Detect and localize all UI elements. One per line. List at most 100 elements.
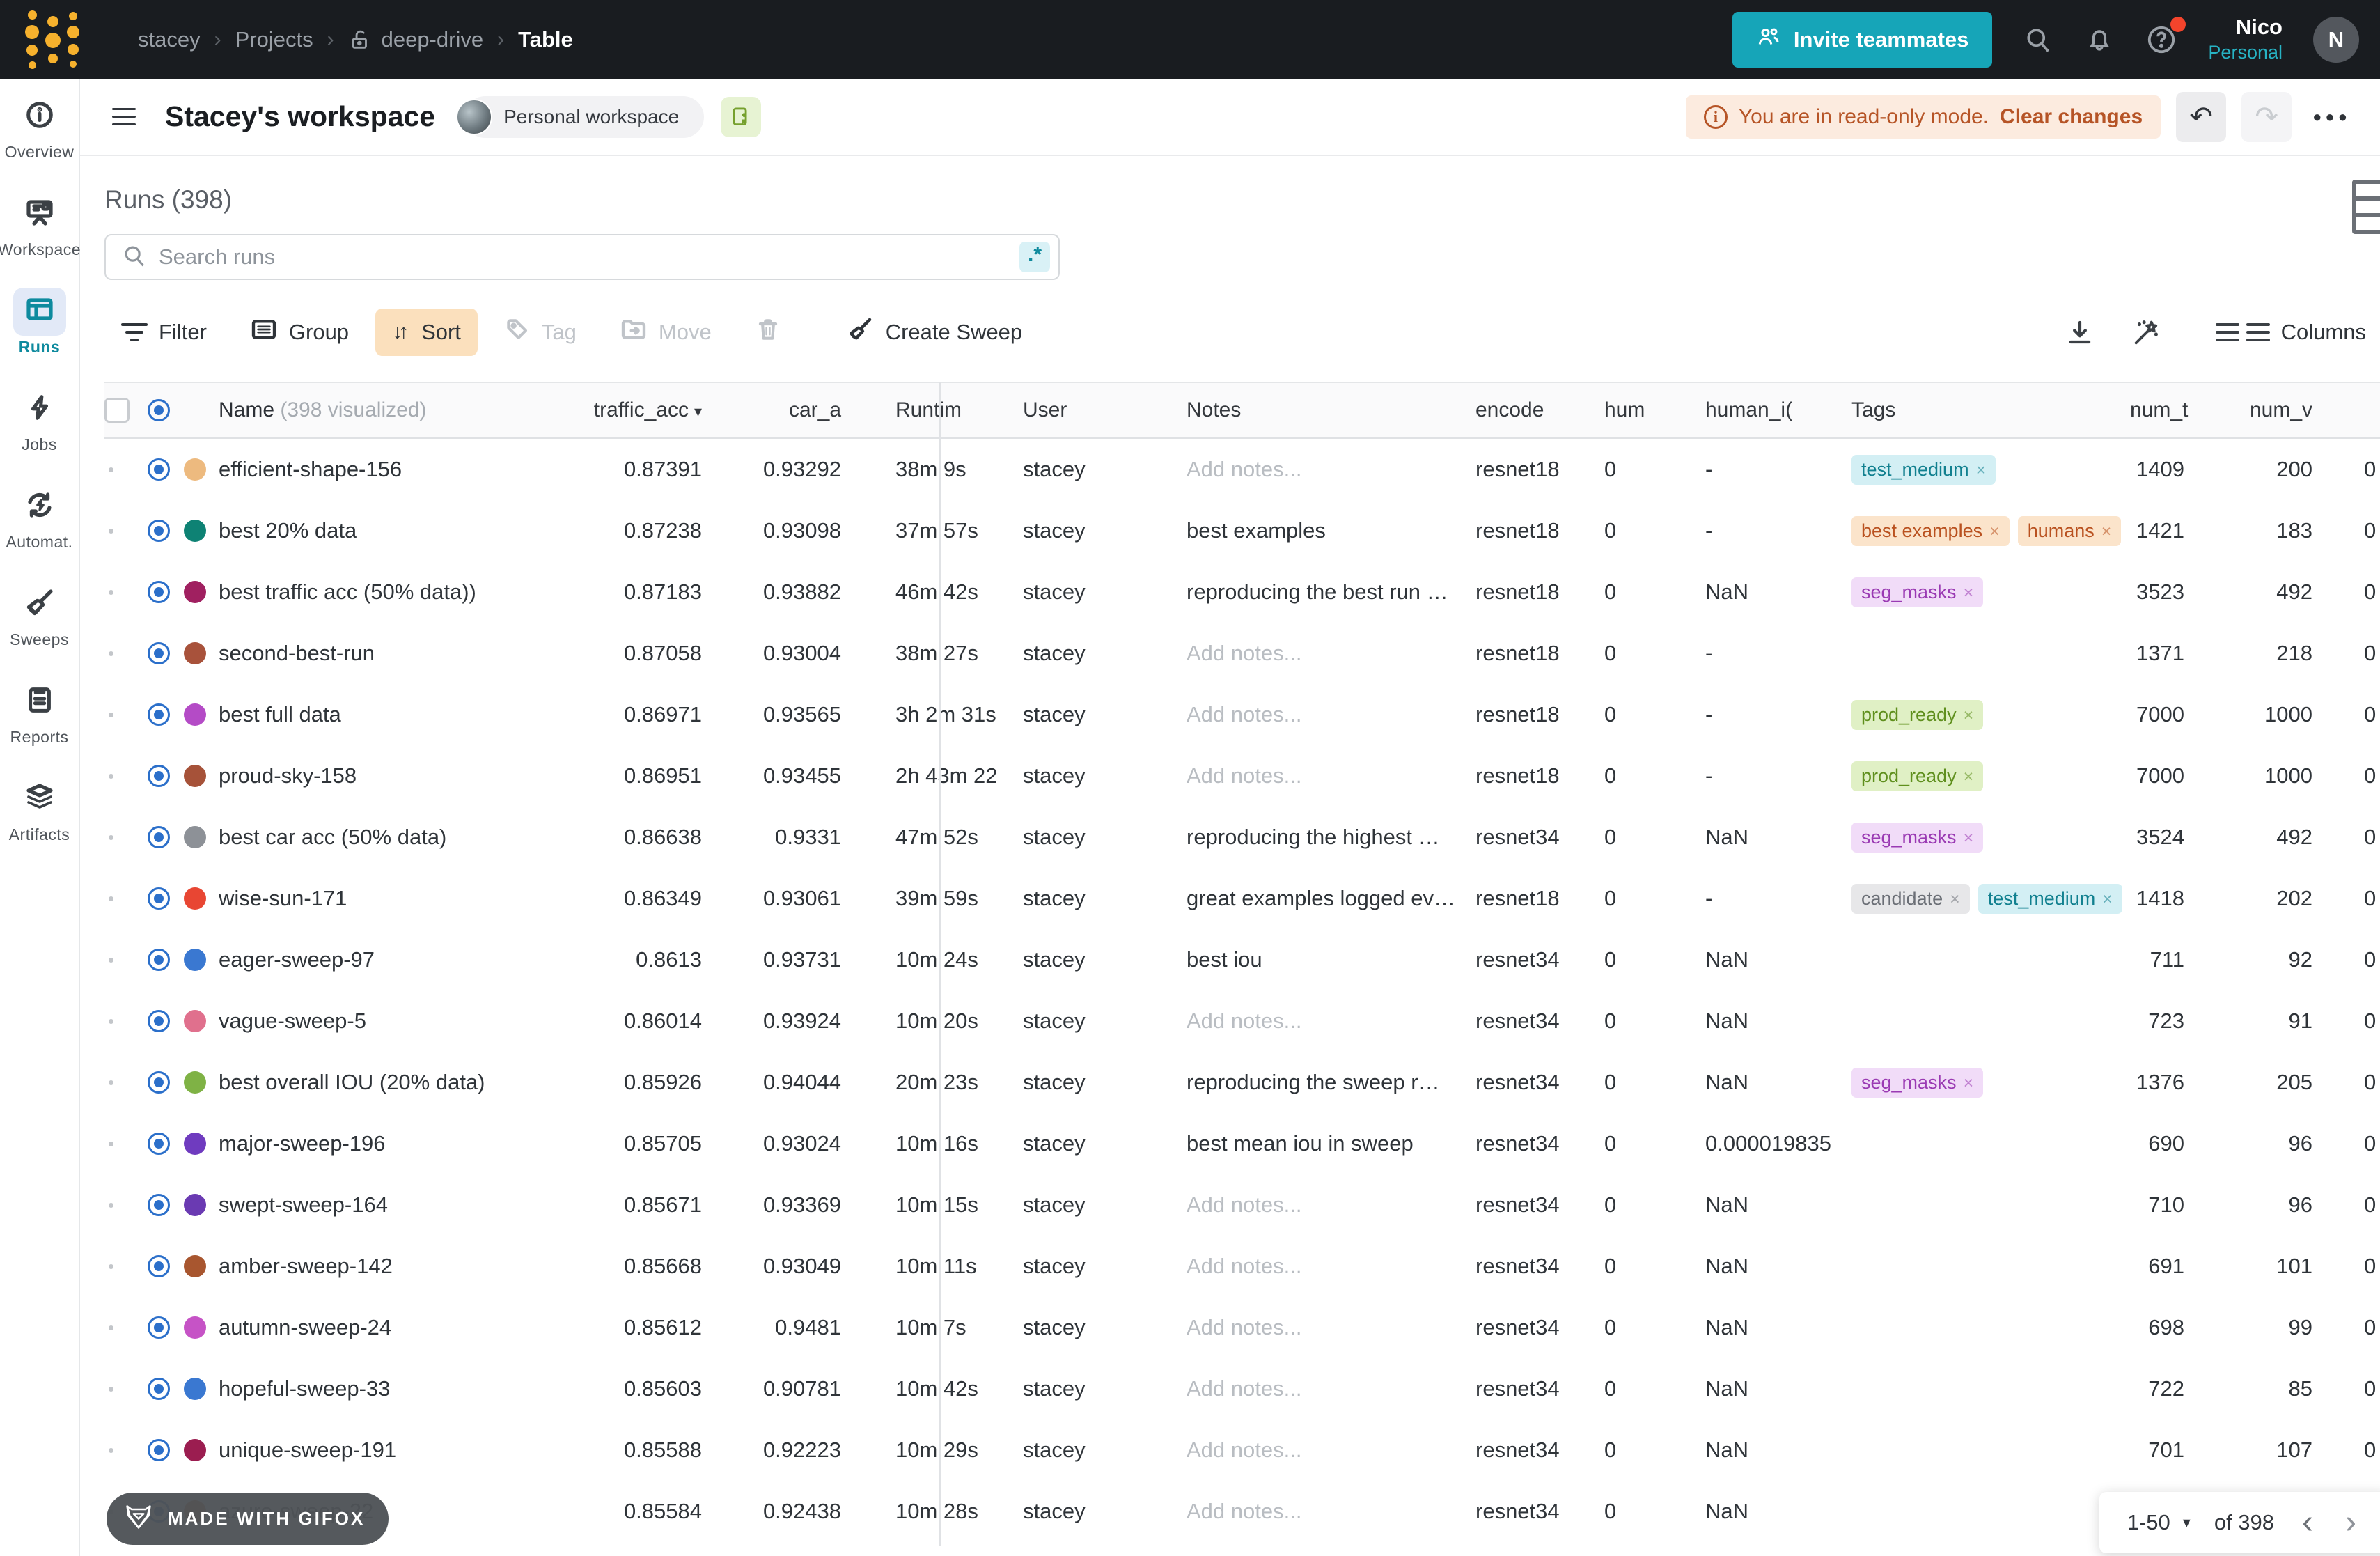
- run-name[interactable]: eager-sweep-97: [219, 947, 567, 972]
- visibility-eye-icon[interactable]: [148, 520, 170, 542]
- drag-handle[interactable]: [109, 1142, 113, 1146]
- user-menu[interactable]: Nico Personal: [2208, 14, 2283, 65]
- invite-teammates-button[interactable]: Invite teammates: [1732, 12, 1993, 68]
- tag-pill[interactable]: test_medium×: [1851, 455, 1996, 485]
- table-row[interactable]: vague-sweep-5 0.86014 0.93924 10m 20s st…: [104, 990, 2380, 1052]
- table-row[interactable]: best 20% data 0.87238 0.93098 37m 57s st…: [104, 500, 2380, 561]
- visibility-eye-icon[interactable]: [148, 703, 170, 726]
- visibility-eye-icon[interactable]: [148, 1194, 170, 1216]
- remove-tag-icon[interactable]: ×: [1964, 828, 1974, 848]
- table-row[interactable]: best traffic acc (50% data)) 0.87183 0.9…: [104, 561, 2380, 623]
- sidebar-item-automat[interactable]: Automat.: [0, 487, 79, 552]
- clear-changes-link[interactable]: Clear changes: [2000, 105, 2143, 129]
- run-name[interactable]: major-sweep-196: [219, 1131, 567, 1156]
- notes-value[interactable]: Add notes...: [1187, 1009, 1475, 1034]
- notes-value[interactable]: Add notes...: [1187, 457, 1475, 482]
- menu-toggle-icon[interactable]: [112, 108, 136, 125]
- visibility-eye-icon[interactable]: [148, 1255, 170, 1277]
- notes-value[interactable]: Add notes...: [1187, 1438, 1475, 1463]
- breadcrumb-entity[interactable]: stacey: [138, 27, 201, 52]
- run-name[interactable]: unique-sweep-191: [219, 1438, 567, 1463]
- sidebar-item-sweeps[interactable]: Sweeps: [0, 584, 79, 649]
- visibility-eye-icon[interactable]: [148, 826, 170, 848]
- notes-value[interactable]: Add notes...: [1187, 1254, 1475, 1279]
- run-name[interactable]: swept-sweep-164: [219, 1192, 567, 1217]
- run-name[interactable]: best overall IOU (20% data): [219, 1070, 567, 1095]
- select-all-checkbox[interactable]: [104, 398, 130, 423]
- sidebar-item-artifacts[interactable]: Artifacts: [0, 779, 79, 844]
- notes-value[interactable]: Add notes...: [1187, 1315, 1475, 1340]
- columns-button[interactable]: Columns: [2199, 309, 2366, 356]
- visibility-eye-icon[interactable]: [148, 1071, 170, 1094]
- move-button[interactable]: Move: [603, 304, 728, 360]
- sort-button[interactable]: ↓↑ Sort: [375, 309, 478, 356]
- notes-value[interactable]: Add notes...: [1187, 702, 1475, 727]
- run-name[interactable]: efficient-shape-156: [219, 457, 567, 482]
- visibility-eye-icon[interactable]: [148, 949, 170, 971]
- drag-handle[interactable]: [109, 713, 113, 717]
- visibility-eye-icon[interactable]: [148, 642, 170, 664]
- drag-handle[interactable]: [109, 651, 113, 656]
- regex-toggle[interactable]: .*: [1019, 242, 1050, 272]
- notes-value[interactable]: reproducing the best run …: [1187, 579, 1475, 605]
- more-options-button[interactable]: ●●●: [2307, 108, 2356, 126]
- notes-value[interactable]: Add notes...: [1187, 641, 1475, 666]
- workspace-selector[interactable]: Personal workspace: [464, 96, 704, 138]
- drag-handle[interactable]: [109, 958, 113, 963]
- column-header-traffic-acc[interactable]: traffic_acc▾: [567, 398, 713, 422]
- tag-pill[interactable]: test_medium×: [1978, 884, 2122, 914]
- drag-handle[interactable]: [109, 1325, 113, 1330]
- remove-tag-icon[interactable]: ×: [1964, 583, 1974, 602]
- notes-value[interactable]: best examples: [1187, 518, 1475, 543]
- table-row[interactable]: best full data 0.86971 0.93565 3h 2m 31s…: [104, 684, 2380, 745]
- notes-value[interactable]: Add notes...: [1187, 1376, 1475, 1401]
- remove-tag-icon[interactable]: ×: [1989, 522, 2000, 541]
- drag-handle[interactable]: [109, 896, 113, 901]
- run-name[interactable]: proud-sky-158: [219, 763, 567, 788]
- drag-handle[interactable]: [109, 1019, 113, 1024]
- table-row[interactable]: hopeful-sweep-33 0.85603 0.90781 10m 42s…: [104, 1358, 2380, 1419]
- visibility-eye-icon[interactable]: [148, 887, 170, 910]
- visibility-eye-icon[interactable]: [148, 581, 170, 603]
- run-name[interactable]: best 20% data: [219, 518, 567, 543]
- notes-value[interactable]: reproducing the highest …: [1187, 825, 1475, 850]
- run-name[interactable]: best traffic acc (50% data)): [219, 579, 567, 605]
- remove-tag-icon[interactable]: ×: [1964, 767, 1974, 786]
- tag-pill[interactable]: best examples×: [1851, 516, 2010, 546]
- visibility-eye-icon[interactable]: [148, 1010, 170, 1032]
- table-row[interactable]: eager-sweep-97 0.8613 0.93731 10m 24s st…: [104, 929, 2380, 990]
- sidebar-item-jobs[interactable]: Jobs: [0, 389, 79, 454]
- column-header-num-t[interactable]: num_t: [2130, 398, 2228, 422]
- sidebar-item-reports[interactable]: Reports: [0, 682, 79, 747]
- column-header-num-v[interactable]: num_v: [2228, 398, 2318, 422]
- breadcrumb-page[interactable]: Table: [518, 27, 573, 52]
- filter-button[interactable]: Filter: [104, 309, 224, 356]
- sidebar-item-runs[interactable]: Runs: [0, 292, 79, 357]
- page-size-selector[interactable]: 1-50▾: [2127, 1510, 2191, 1535]
- drag-handle[interactable]: [109, 529, 113, 534]
- tag-pill[interactable]: seg_masks×: [1851, 823, 1983, 853]
- table-row[interactable]: swept-sweep-164 0.85671 0.93369 10m 15s …: [104, 1174, 2380, 1236]
- column-header-runtime[interactable]: Runtim: [859, 398, 1023, 422]
- delete-button[interactable]: [738, 305, 798, 359]
- table-row[interactable]: proud-sky-158 0.86951 0.93455 2h 43m 22 …: [104, 745, 2380, 807]
- sidebar-item-workspace[interactable]: Workspace: [0, 194, 79, 259]
- notes-value[interactable]: best mean iou in sweep: [1187, 1131, 1475, 1156]
- remove-tag-icon[interactable]: ×: [1950, 889, 1960, 909]
- redo-button[interactable]: ↷: [2241, 92, 2292, 142]
- column-header-user[interactable]: User: [1023, 398, 1187, 422]
- sidebar-item-overview[interactable]: Overview: [0, 97, 79, 162]
- table-row[interactable]: efficient-shape-156 0.87391 0.93292 38m …: [104, 439, 2380, 500]
- run-name[interactable]: second-best-run: [219, 641, 567, 666]
- column-header-tags[interactable]: Tags: [1851, 398, 2130, 422]
- remove-tag-icon[interactable]: ×: [1976, 460, 1987, 480]
- save-view-button[interactable]: [721, 97, 761, 137]
- create-sweep-button[interactable]: Create Sweep: [829, 304, 1039, 361]
- run-name[interactable]: amber-sweep-142: [219, 1254, 567, 1279]
- breadcrumb-projects[interactable]: Projects: [235, 27, 313, 52]
- table-row[interactable]: second-best-run 0.87058 0.93004 38m 27s …: [104, 623, 2380, 684]
- tag-pill[interactable]: seg_masks×: [1851, 577, 1983, 607]
- drag-handle[interactable]: [109, 590, 113, 595]
- notes-value[interactable]: best iou: [1187, 947, 1475, 972]
- notes-value[interactable]: great examples logged ev…: [1187, 886, 1475, 911]
